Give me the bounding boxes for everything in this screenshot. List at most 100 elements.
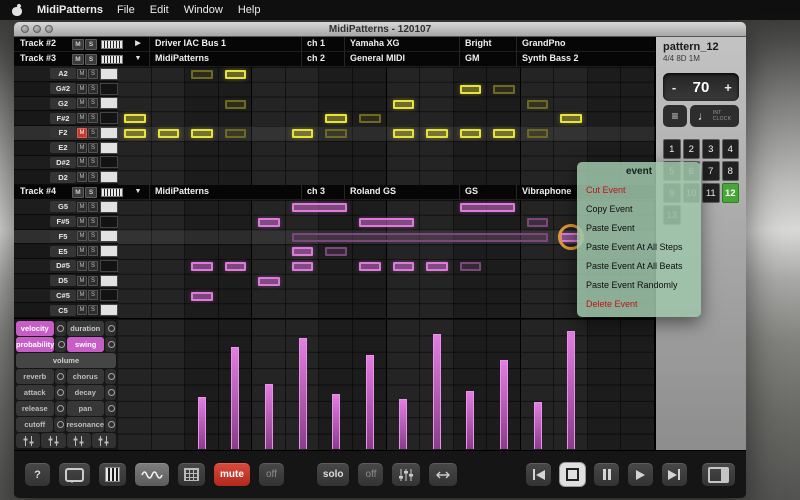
play-button[interactable] [627,462,654,487]
note-mute-button[interactable]: M [77,172,87,183]
midi-note[interactable] [258,217,280,227]
rewind-button[interactable] [525,462,552,487]
volume-button[interactable]: volume [16,353,116,368]
pattern-pad-7[interactable]: 7 [702,161,720,181]
midi-note[interactable] [392,99,415,109]
note-mute-button[interactable]: M [77,157,87,168]
help-button[interactable]: ? [24,462,51,487]
piano-key[interactable] [100,259,118,272]
bank-name[interactable]: Yamaha XG [344,37,459,51]
device-name[interactable]: MidiPatterns [149,52,301,66]
device-name[interactable]: MidiPatterns [149,185,301,199]
solo-button[interactable]: solo [315,462,351,487]
context-menu-item[interactable]: Delete Event [577,294,701,313]
piano-key[interactable] [100,274,118,287]
grid-view-button[interactable] [177,462,206,487]
track-solo-button[interactable]: S [85,38,97,50]
device-name[interactable]: Driver IAC Bus 1 [149,37,301,51]
pause-button[interactable] [593,462,620,487]
close-button[interactable] [21,25,29,33]
mute-button[interactable]: mute [213,462,251,487]
context-menu-item[interactable]: Paste Event At All Steps [577,237,701,256]
channel-label[interactable]: ch 3 [301,185,344,199]
pattern-pad-8[interactable]: 8 [721,161,739,181]
note-mute-button[interactable]: M [77,305,87,316]
velocity-bar[interactable] [365,354,374,449]
note-mute-button[interactable]: M [77,142,87,153]
menu-file[interactable]: File [117,4,135,16]
stop-button[interactable] [559,462,586,487]
note-solo-button[interactable]: S [88,157,98,168]
clock-source-button[interactable]: ♩ INT CLOCK [690,105,739,127]
patch-name[interactable]: GrandPno [516,37,655,51]
context-menu-item[interactable]: Paste Event [577,218,701,237]
piano-key[interactable] [100,82,118,95]
fader-preset-button[interactable] [91,433,116,448]
app-menu[interactable]: MidiPatterns [37,4,103,16]
context-menu-item[interactable]: Paste Event Randomly [577,275,701,294]
expand-arrow-icon[interactable]: ▼ [127,52,149,66]
note-mute-button[interactable]: M [77,246,87,257]
velocity-bar[interactable] [197,396,206,449]
bank-name[interactable]: Roland GS [344,185,459,199]
comment-button[interactable] [58,462,91,487]
midi-note[interactable] [392,262,415,271]
piano-key[interactable] [100,304,118,317]
pattern-pad-2[interactable]: 2 [682,139,700,159]
bank-name[interactable]: General MIDI [344,52,459,66]
midi-note[interactable] [426,129,448,138]
attack-button[interactable]: attack [16,385,54,400]
note-mute-button[interactable]: M [77,275,87,286]
midi-note[interactable] [224,129,247,138]
midi-note[interactable] [157,129,180,138]
midi-note[interactable] [224,262,247,271]
note-solo-button[interactable]: S [88,290,98,301]
release-button[interactable]: release [16,401,54,416]
piano-key[interactable] [100,126,118,139]
track-mute-button[interactable]: M [72,186,84,198]
midi-note[interactable] [526,99,549,109]
piano-key[interactable] [100,67,118,80]
midi-note[interactable] [291,129,314,138]
piano-key[interactable] [100,289,118,302]
note-solo-button[interactable]: S [88,216,98,227]
note-solo-button[interactable]: S [88,260,98,271]
note-solo-button[interactable]: S [88,98,98,109]
velocity-bar[interactable] [466,391,475,449]
piano-key[interactable] [100,97,118,110]
midi-note[interactable] [358,262,381,271]
power-icon[interactable] [55,337,67,352]
fader-preset-button[interactable] [66,433,91,448]
reverb-button[interactable]: reverb [16,369,54,384]
midi-note[interactable] [459,262,482,271]
pattern-menu-button[interactable]: ≡ [663,105,687,127]
track-solo-button[interactable]: S [85,186,97,198]
note-mute-button[interactable]: M [77,83,87,94]
piano-key[interactable] [100,245,118,258]
midi-note[interactable] [224,70,247,79]
fader-preset-button[interactable] [41,433,66,448]
midi-note[interactable] [560,114,582,124]
power-icon[interactable] [54,401,66,416]
midi-note[interactable] [191,129,213,138]
menu-help[interactable]: Help [238,4,261,16]
piano-key[interactable] [100,230,118,243]
apple-menu-icon[interactable] [12,4,23,16]
midi-note[interactable] [493,129,515,138]
expand-arrow-icon[interactable]: ▼ [127,185,149,199]
note-solo-button[interactable]: S [88,275,98,286]
note-mute-button[interactable]: M [77,113,87,124]
note-solo-button[interactable]: S [88,231,98,242]
context-menu-item[interactable]: Paste Event At All Beats [577,256,701,275]
piano-key[interactable] [100,156,118,169]
midi-note[interactable] [526,217,549,227]
note-solo-button[interactable]: S [88,201,98,212]
pan-button[interactable]: pan [66,401,104,416]
track-mute-button[interactable]: M [72,38,84,50]
category-name[interactable]: Bright [459,37,516,51]
mute-off-button[interactable]: off [257,462,285,487]
patch-name[interactable]: Synth Bass 2 [516,52,655,66]
resize-button[interactable] [428,462,459,487]
note-solo-button[interactable]: S [88,83,98,94]
midi-note[interactable] [124,129,146,138]
